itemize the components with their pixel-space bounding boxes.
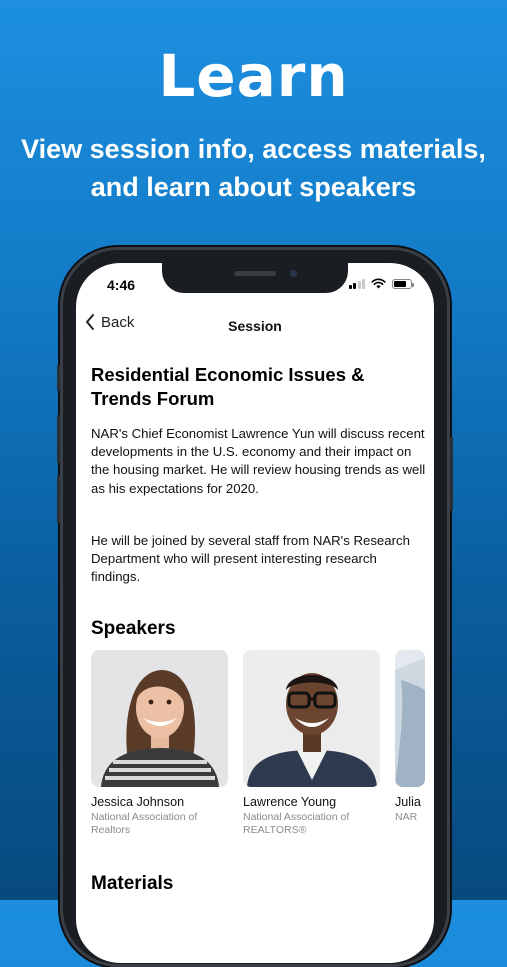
- hero-subtitle-line-2: and learn about speakers: [90, 172, 417, 202]
- speakers-carousel[interactable]: Jessica Johnson National Association of …: [91, 650, 434, 837]
- earpiece-speaker: [234, 271, 276, 276]
- phone-volume-up: [57, 415, 60, 463]
- session-description-1: NAR's Chief Economist Lawrence Yun will …: [91, 426, 426, 496]
- session-description-2: He will be joined by several staff from …: [91, 532, 410, 585]
- phone-power-button: [450, 437, 453, 511]
- phone-screen: 4:46 Back Session Residential Economic I…: [76, 263, 434, 963]
- speakers-heading: Speakers: [91, 618, 176, 640]
- phone-volume-down: [57, 475, 60, 523]
- session-title: Residential Economic Issues & Trends For…: [91, 364, 365, 409]
- wifi-icon: [371, 278, 386, 289]
- session-content: Residential Economic Issues & Trends For…: [91, 363, 426, 837]
- status-icons: [348, 278, 414, 289]
- materials-heading: Materials: [91, 873, 174, 894]
- speaker-name: Julia: [395, 795, 421, 810]
- hero-subtitle-line-1: View session info, access materials,: [21, 134, 486, 164]
- speaker-card[interactable]: Julia NAR: [395, 650, 425, 837]
- speaker-org: National Association of REALTORS®: [243, 811, 350, 837]
- battery-icon: [392, 278, 414, 289]
- hero-subtitle: View session info, access materials, and…: [20, 130, 487, 206]
- speaker-photo: [91, 650, 228, 788]
- speaker-photo: [395, 650, 425, 788]
- speaker-org: National Association of Realtors: [91, 811, 198, 837]
- speaker-card[interactable]: Lawrence Young National Association of R…: [243, 650, 380, 837]
- hero-title: Learn: [158, 42, 349, 110]
- speaker-name: Lawrence Young: [243, 795, 337, 810]
- speaker-photo: [243, 650, 380, 788]
- signal-icon: [348, 278, 365, 289]
- speaker-card[interactable]: Jessica Johnson National Association of …: [91, 650, 228, 837]
- notch: [162, 263, 348, 293]
- speaker-org: NAR: [395, 811, 418, 824]
- speaker-name: Jessica Johnson: [91, 795, 185, 810]
- phone-side-button: [57, 365, 60, 391]
- nav-title: Session: [228, 318, 282, 334]
- status-time: 4:46: [107, 277, 136, 293]
- front-camera: [290, 270, 297, 277]
- phone-frame: 4:46 Back Session Residential Economic I…: [57, 247, 453, 967]
